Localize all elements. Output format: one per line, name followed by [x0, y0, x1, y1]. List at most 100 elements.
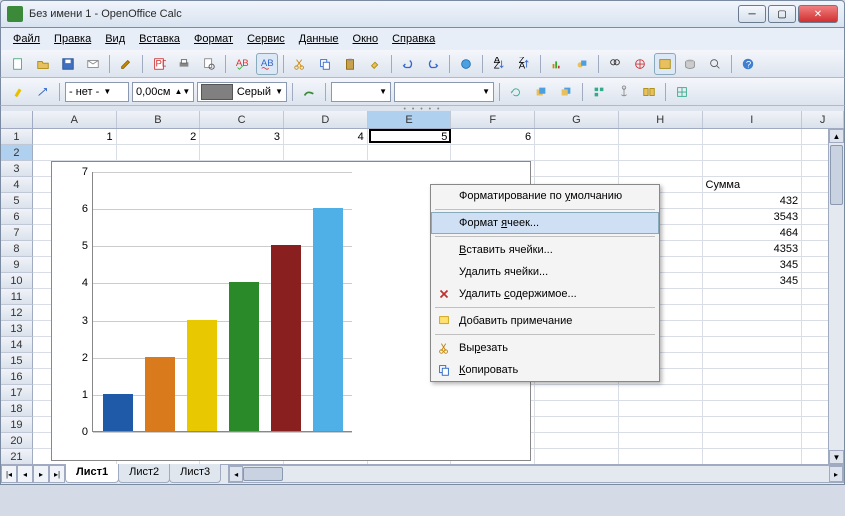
paint-button[interactable]	[364, 53, 386, 75]
maximize-button[interactable]: ▢	[768, 5, 796, 23]
drawings-button[interactable]	[571, 53, 593, 75]
grid-button[interactable]	[671, 81, 693, 103]
cell[interactable]: 4	[284, 129, 368, 145]
row-header[interactable]: 13	[1, 321, 33, 337]
cell[interactable]	[619, 417, 703, 433]
cell[interactable]	[703, 145, 803, 161]
cell[interactable]	[703, 129, 803, 145]
row-header[interactable]: 21	[1, 449, 33, 464]
cell[interactable]	[619, 129, 703, 145]
cell[interactable]: 345	[703, 257, 803, 273]
col-header-G[interactable]: G	[535, 111, 619, 128]
sheet-tab-2[interactable]: Лист2	[118, 464, 170, 483]
cell[interactable]: 5	[368, 129, 452, 145]
area-button[interactable]	[298, 81, 320, 103]
cell[interactable]: 345	[703, 273, 803, 289]
cut-button[interactable]	[289, 53, 311, 75]
cell[interactable]	[703, 417, 803, 433]
cell[interactable]: Сумма	[703, 177, 803, 193]
zoom-button[interactable]	[704, 53, 726, 75]
row-header[interactable]: 12	[1, 305, 33, 321]
cell[interactable]	[703, 433, 803, 449]
cell[interactable]	[535, 417, 619, 433]
row-header[interactable]: 5	[1, 193, 33, 209]
cell[interactable]	[703, 289, 803, 305]
autospell-button[interactable]: ABC	[256, 53, 278, 75]
select-all-corner[interactable]	[1, 111, 33, 128]
context-menu-item[interactable]: Удалить содержимое...	[431, 283, 659, 305]
cell[interactable]	[535, 385, 619, 401]
vertical-scrollbar[interactable]: ▲ ▼	[828, 129, 844, 464]
line-arrow-button[interactable]	[32, 81, 54, 103]
cell[interactable]	[703, 353, 803, 369]
sheet-tab-3[interactable]: Лист3	[169, 464, 221, 483]
highlight-button[interactable]	[7, 81, 29, 103]
cell[interactable]: 4353	[703, 241, 803, 257]
col-header-B[interactable]: B	[117, 111, 201, 128]
sort-asc-button[interactable]: AZ	[488, 53, 510, 75]
cell[interactable]	[619, 161, 703, 177]
cell[interactable]	[535, 433, 619, 449]
cell[interactable]	[117, 145, 201, 161]
to-back-button[interactable]	[555, 81, 577, 103]
help-button[interactable]: ?	[737, 53, 759, 75]
cell[interactable]	[703, 305, 803, 321]
context-menu-item[interactable]: Вырезать	[431, 337, 659, 359]
cell[interactable]	[619, 385, 703, 401]
row-header[interactable]: 1	[1, 129, 33, 145]
cell[interactable]	[451, 145, 535, 161]
chart-button[interactable]	[546, 53, 568, 75]
context-menu-item[interactable]: Формат ячеек...	[431, 212, 659, 234]
scroll-left-button[interactable]: ◂	[229, 466, 243, 482]
cell[interactable]	[619, 401, 703, 417]
row-header[interactable]: 7	[1, 225, 33, 241]
fill-style-combo[interactable]: ▼	[331, 82, 391, 102]
preview-button[interactable]	[198, 53, 220, 75]
line-color-combo[interactable]: Серый▼	[197, 82, 287, 102]
cell[interactable]	[703, 369, 803, 385]
cell[interactable]	[535, 145, 619, 161]
scroll-up-button[interactable]: ▲	[829, 129, 844, 143]
row-header[interactable]: 6	[1, 209, 33, 225]
col-header-C[interactable]: C	[200, 111, 284, 128]
row-header[interactable]: 14	[1, 337, 33, 353]
context-menu-item[interactable]: Копировать	[431, 359, 659, 381]
col-header-F[interactable]: F	[451, 111, 535, 128]
undo-button[interactable]	[397, 53, 419, 75]
col-header-J[interactable]: J	[802, 111, 844, 128]
tab-next-button[interactable]: ▸	[33, 465, 49, 483]
to-front-button[interactable]	[530, 81, 552, 103]
context-menu-item[interactable]: Вставить ячейки...	[431, 239, 659, 261]
cell[interactable]	[703, 321, 803, 337]
cell[interactable]	[284, 145, 368, 161]
col-header-H[interactable]: H	[619, 111, 703, 128]
cell[interactable]	[368, 145, 452, 161]
cell[interactable]	[535, 449, 619, 464]
context-menu-item[interactable]: Форматирование по умолчанию	[431, 185, 659, 207]
row-header[interactable]: 17	[1, 385, 33, 401]
edit-button[interactable]	[115, 53, 137, 75]
menu-data[interactable]: Данные	[293, 31, 345, 47]
rotate-button[interactable]	[505, 81, 527, 103]
cell[interactable]	[619, 433, 703, 449]
menu-window[interactable]: Окно	[347, 31, 385, 47]
horizontal-scrollbar[interactable]: ◂ ▸	[228, 465, 844, 483]
cell[interactable]: 6	[451, 129, 535, 145]
menu-tools[interactable]: Сервис	[241, 31, 291, 47]
cell[interactable]	[33, 145, 117, 161]
cell[interactable]	[703, 337, 803, 353]
cell[interactable]: 3	[200, 129, 284, 145]
align-button[interactable]	[588, 81, 610, 103]
row-header[interactable]: 20	[1, 433, 33, 449]
menu-help[interactable]: Справка	[386, 31, 441, 47]
sort-desc-button[interactable]: ZA	[513, 53, 535, 75]
row-header[interactable]: 18	[1, 401, 33, 417]
cell[interactable]	[619, 145, 703, 161]
redo-button[interactable]	[422, 53, 444, 75]
navigator-button[interactable]	[629, 53, 651, 75]
row-header[interactable]: 11	[1, 289, 33, 305]
cell[interactable]: 1	[33, 129, 117, 145]
context-menu-item[interactable]: Добавить примечание	[431, 310, 659, 332]
menu-file[interactable]: Файл	[7, 31, 46, 47]
tab-prev-button[interactable]: ◂	[17, 465, 33, 483]
